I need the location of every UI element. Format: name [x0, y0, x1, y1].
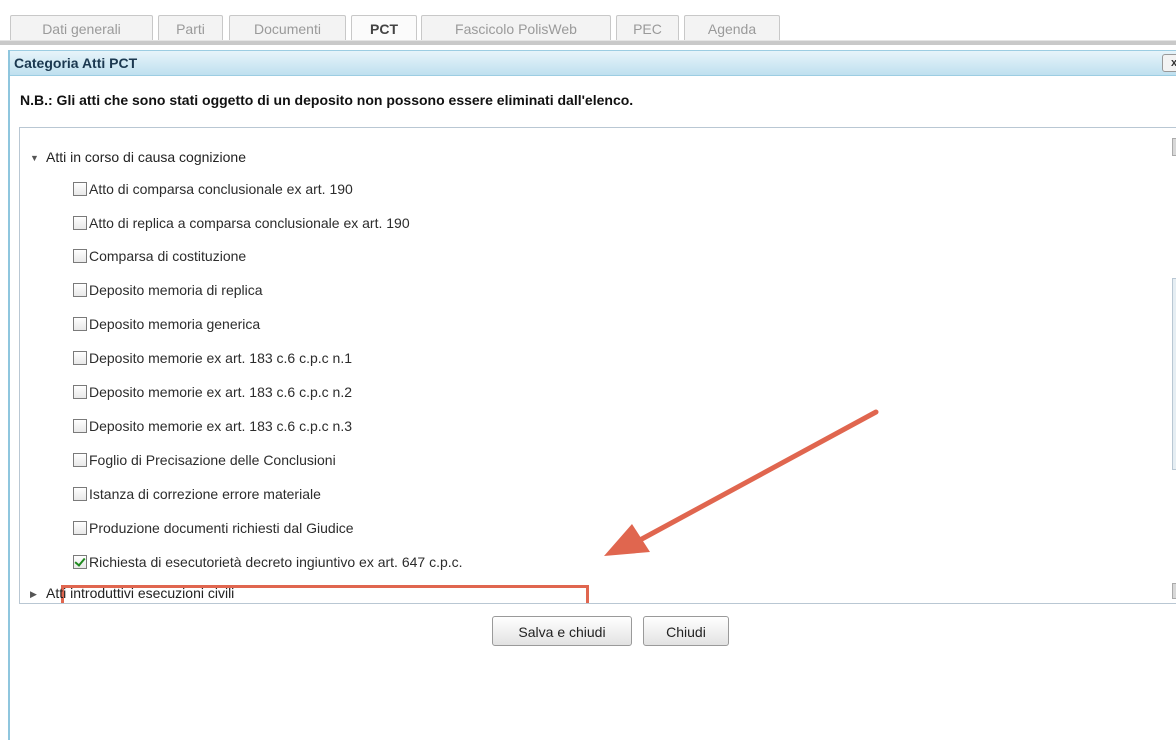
checkbox[interactable]: [73, 249, 87, 263]
scroll-down-button[interactable]: [1172, 583, 1176, 599]
tab-documenti[interactable]: Documenti: [229, 15, 346, 41]
tab-pec[interactable]: PEC: [616, 15, 679, 41]
caret-down-icon[interactable]: ▼: [30, 148, 40, 168]
notice-text: N.B.: Gli atti che sono stati oggetto di…: [20, 92, 634, 108]
checkbox[interactable]: [73, 385, 87, 399]
item-label: Foglio di Precisazione delle Conclusioni: [89, 452, 336, 468]
item-label: Deposito memoria generica: [89, 316, 261, 332]
tree-item[interactable]: Atto di replica a comparsa conclusionale…: [73, 213, 410, 233]
tree-item[interactable]: Atto di comparsa conclusionale ex art. 1…: [73, 179, 353, 199]
tree-item[interactable]: Deposito memoria generica: [73, 314, 260, 334]
tree-group-esecuzioni[interactable]: ▶ Atti introduttivi esecuzioni civili: [30, 583, 234, 603]
checkbox[interactable]: [73, 419, 87, 433]
category-dialog: Categoria Atti PCT x N.B.: Gli atti che …: [8, 50, 1176, 740]
checkbox[interactable]: [73, 317, 87, 331]
tab-bar: Dati generali Parti Documenti PCT Fascic…: [0, 0, 1176, 45]
item-label: Comparsa di costituzione: [89, 248, 247, 264]
dialog-titlebar: Categoria Atti PCT x: [10, 50, 1176, 76]
group-label: Atti introduttivi esecuzioni civili: [46, 585, 235, 601]
tab-pct[interactable]: PCT: [351, 15, 417, 41]
tab-divider: [0, 40, 1176, 45]
scroll-up-button[interactable]: [1172, 138, 1176, 156]
item-label: Deposito memorie ex art. 183 c.6 c.p.c n…: [89, 350, 353, 366]
tab-parti[interactable]: Parti: [158, 15, 223, 41]
checkbox[interactable]: [73, 351, 87, 365]
checkbox[interactable]: [73, 182, 87, 196]
item-label: Atto di comparsa conclusionale ex art. 1…: [89, 181, 353, 197]
tab-agenda[interactable]: Agenda: [684, 15, 780, 41]
tree-item[interactable]: Deposito memorie ex art. 183 c.6 c.p.c n…: [73, 382, 352, 402]
scrollbar-thumb[interactable]: [1172, 278, 1176, 470]
tree-item-selected[interactable]: Richiesta di esecutorietà decreto ingiun…: [73, 552, 463, 572]
checkbox-checked[interactable]: [73, 555, 87, 569]
save-close-button[interactable]: Salva e chiudi: [492, 616, 632, 646]
close-button[interactable]: x: [1162, 54, 1176, 72]
tree-item[interactable]: Comparsa di costituzione: [73, 246, 246, 266]
tree-item[interactable]: Foglio di Precisazione delle Conclusioni: [73, 450, 336, 470]
dialog-title: Categoria Atti PCT: [14, 55, 138, 71]
tab-dati-generali[interactable]: Dati generali: [10, 15, 153, 41]
checkbox[interactable]: [73, 453, 87, 467]
group-label: Atti in corso di causa cognizione: [46, 149, 246, 165]
tree-item[interactable]: Deposito memoria di replica: [73, 280, 263, 300]
tab-fascicolo-polisweb[interactable]: Fascicolo PolisWeb: [421, 15, 611, 41]
tree-item[interactable]: Deposito memorie ex art. 183 c.6 c.p.c n…: [73, 348, 352, 368]
caret-right-icon[interactable]: ▶: [30, 584, 40, 603]
item-label: Deposito memorie ex art. 183 c.6 c.p.c n…: [89, 384, 353, 400]
item-label: Istanza di correzione errore materiale: [89, 486, 321, 502]
item-label: Richiesta di esecutorietà decreto ingiun…: [89, 554, 463, 570]
tree-item[interactable]: Deposito memorie ex art. 183 c.6 c.p.c n…: [73, 416, 352, 436]
item-label: Deposito memoria di replica: [89, 282, 263, 298]
tree-item[interactable]: Produzione documenti richiesti dal Giudi…: [73, 518, 354, 538]
checkbox[interactable]: [73, 216, 87, 230]
item-label: Deposito memorie ex art. 183 c.6 c.p.c n…: [89, 418, 353, 434]
item-label: Atto di replica a comparsa conclusionale…: [89, 215, 410, 231]
checkbox[interactable]: [73, 487, 87, 501]
checkbox[interactable]: [73, 521, 87, 535]
item-label: Produzione documenti richiesti dal Giudi…: [89, 520, 354, 536]
checkbox[interactable]: [73, 283, 87, 297]
tree-item[interactable]: Istanza di correzione errore materiale: [73, 484, 321, 504]
category-tree: ▼ Atti in corso di causa cognizione Atto …: [19, 127, 1176, 604]
close-dialog-button[interactable]: Chiudi: [643, 616, 729, 646]
tree-group-cognizione[interactable]: ▼ Atti in corso di causa cognizione: [30, 147, 246, 167]
